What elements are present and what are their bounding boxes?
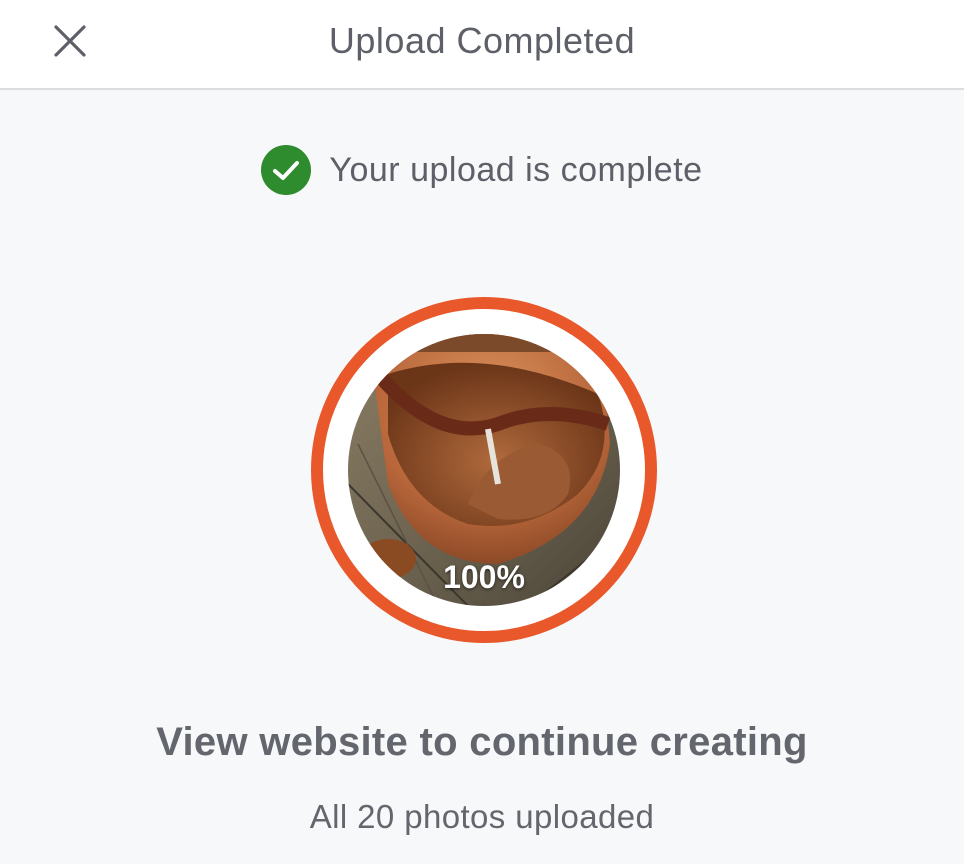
- page-title: Upload Completed: [328, 20, 636, 61]
- photos-uploaded-count: All 20 photos uploaded: [309, 798, 655, 835]
- header-bar: Upload Completed: [0, 0, 964, 90]
- progress-percent: 100%: [443, 559, 525, 595]
- view-website-prompt[interactable]: View website to continue creating: [0, 720, 964, 765]
- upload-status: Your upload is complete: [0, 144, 964, 196]
- check-circle-icon: [261, 145, 312, 195]
- upload-progress: 100%: [311, 297, 657, 643]
- status-text: Your upload is complete: [329, 150, 703, 189]
